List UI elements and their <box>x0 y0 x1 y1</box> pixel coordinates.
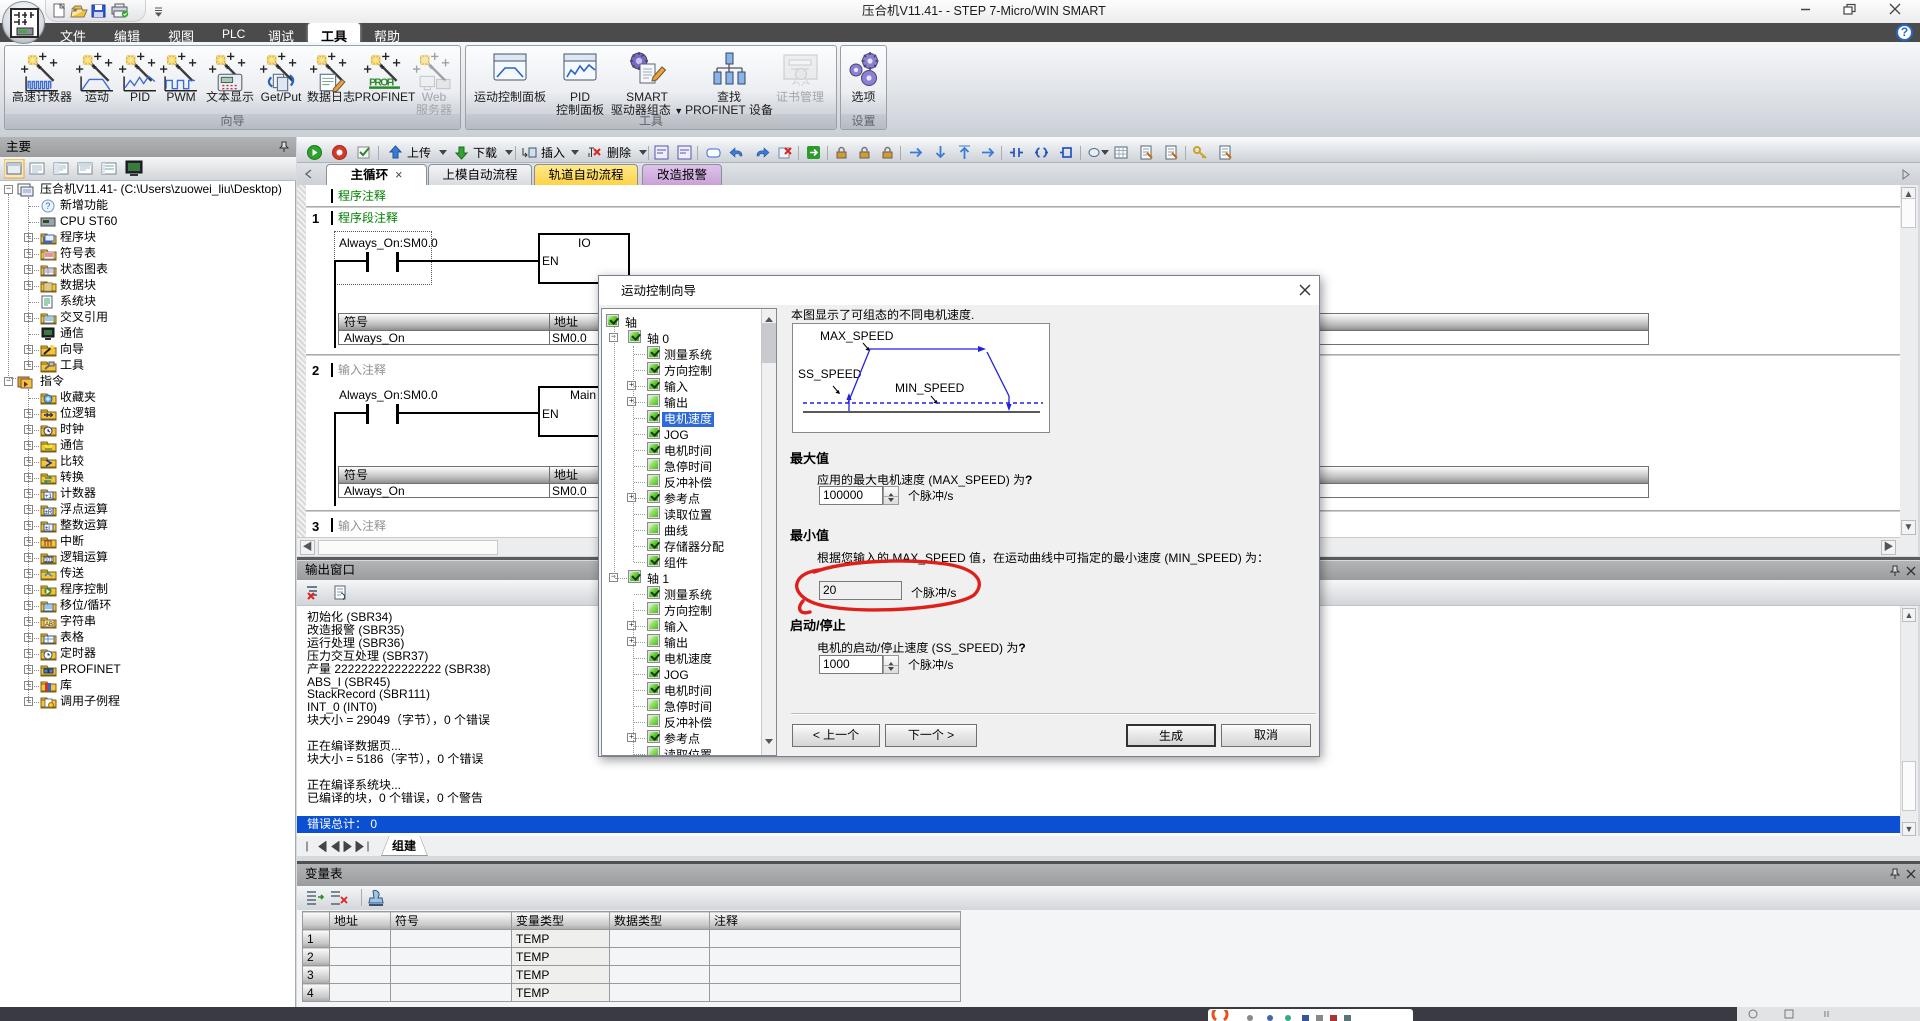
svg-text:MIN_SPEED: MIN_SPEED <box>895 381 965 395</box>
svg-text:+1: +1 <box>45 494 53 500</box>
svg-text:101: 101 <box>45 558 54 564</box>
svg-text:±I: ±I <box>45 526 50 532</box>
svg-text:MAX_SPEED: MAX_SPEED <box>820 329 894 343</box>
svg-text:±R: ±R <box>45 510 53 516</box>
svg-text:AB: AB <box>45 622 53 628</box>
svg-text:SS_SPEED: SS_SPEED <box>798 367 862 381</box>
svg-text:?: ? <box>45 201 50 211</box>
